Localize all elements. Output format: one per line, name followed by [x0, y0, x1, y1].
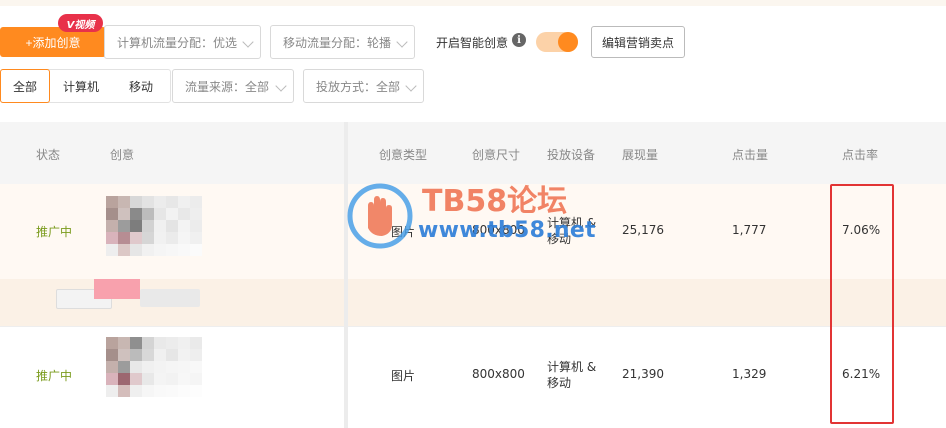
watermark-logo-icon: [347, 183, 413, 249]
tab-computer[interactable]: 计算机: [50, 70, 112, 102]
creative-table: 状态 创意 创意类型 创意尺寸 投放设备 展现量 点击量 点击率 推广中 图片 …: [0, 122, 946, 428]
blurred-text: [140, 289, 200, 307]
device-segmented-control: 全部 计算机 移动: [0, 69, 171, 103]
clicks-value: 1,777: [732, 223, 767, 237]
chevron-down-icon: [405, 80, 417, 92]
top-band: [0, 0, 946, 6]
ctr-highlight-box: [830, 184, 894, 424]
header-creative: 创意: [110, 148, 135, 162]
column-divider: [344, 122, 348, 428]
chevron-down-icon: [396, 36, 408, 48]
chevron-down-icon: [242, 36, 254, 48]
edit-selling-points-button[interactable]: 编辑营销卖点: [591, 26, 685, 58]
mobile-traffic-select[interactable]: 移动流量分配：轮播: [270, 25, 415, 59]
row-expanded-area: [0, 279, 946, 326]
traffic-source-label: 流量来源：全部: [185, 79, 270, 94]
header-clicks: 点击量: [732, 148, 769, 162]
header-type: 创意类型: [379, 148, 428, 162]
pc-traffic-select[interactable]: 计算机流量分配：优选: [104, 25, 261, 59]
smart-creative-label: 开启智能创意: [436, 36, 509, 50]
delivery-device: 计算机 & 移动: [547, 360, 597, 390]
creative-size: 800x800: [472, 367, 525, 381]
header-size: 创意尺寸: [472, 148, 521, 162]
watermark-title: TB58论坛: [422, 184, 568, 219]
pc-traffic-label: 计算机流量分配：优选: [117, 35, 238, 50]
header-impressions: 展现量: [622, 148, 659, 162]
table-row[interactable]: 推广中 图片 800x800 计算机 & 移动 21,390 1,329 6.2…: [0, 326, 946, 428]
creative-type: 图片: [391, 369, 416, 383]
smart-creative-toggle[interactable]: [536, 32, 578, 52]
impressions-value: 21,390: [622, 367, 664, 381]
tab-mobile[interactable]: 移动: [112, 70, 170, 102]
delivery-method-label: 投放方式：全部: [316, 79, 401, 94]
traffic-source-select[interactable]: 流量来源：全部: [172, 69, 294, 103]
mobile-traffic-label: 移动流量分配：轮播: [283, 35, 392, 50]
watermark-url: www.tb58.net: [418, 218, 596, 243]
tab-all[interactable]: 全部: [0, 69, 50, 103]
video-badge: V视频: [58, 14, 103, 32]
impressions-value: 25,176: [622, 223, 664, 237]
blurred-image: [94, 279, 140, 299]
header-ctr: 点击率: [842, 148, 879, 162]
info-icon[interactable]: i: [512, 33, 526, 47]
toggle-knob: [558, 32, 578, 52]
table-header: 状态 创意 创意类型 创意尺寸 投放设备 展现量 点击量 点击率: [0, 122, 946, 184]
chevron-down-icon: [275, 80, 287, 92]
status-badge: 推广中: [36, 225, 73, 239]
header-device: 投放设备: [547, 148, 596, 162]
status-badge: 推广中: [36, 369, 73, 383]
delivery-method-select[interactable]: 投放方式：全部: [303, 69, 424, 103]
clicks-value: 1,329: [732, 367, 767, 381]
header-status: 状态: [36, 148, 61, 162]
